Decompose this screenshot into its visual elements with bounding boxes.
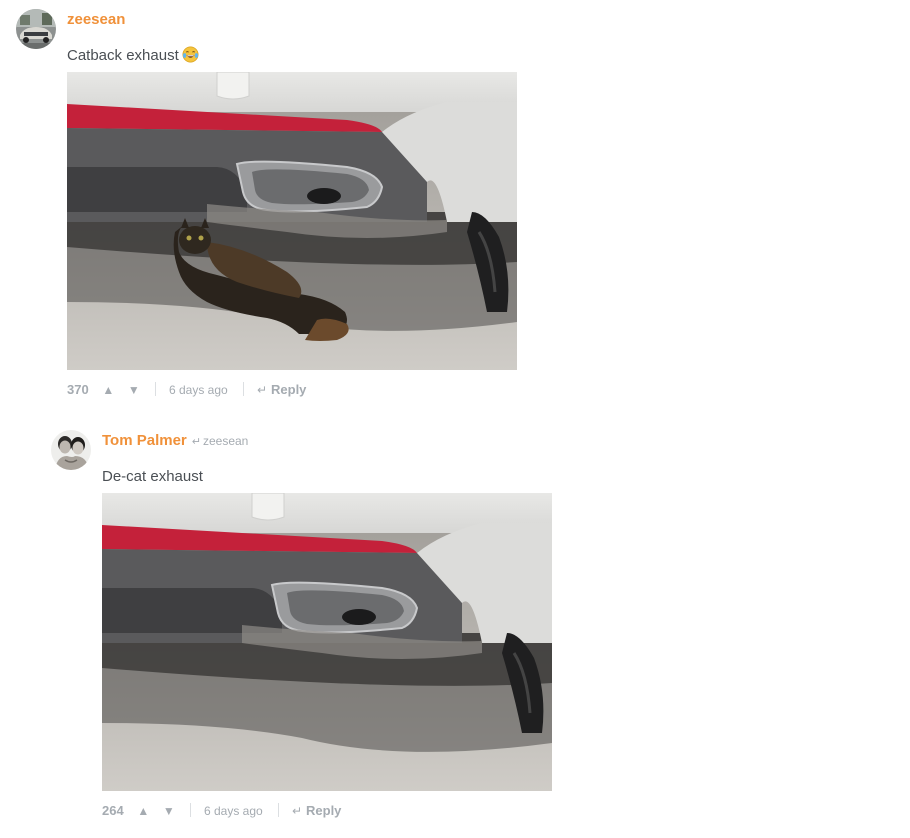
comment-header: Tom Palmer ↵ zeesean	[102, 430, 562, 452]
comment-footer: 264 ▲ ▼ 6 days ago ↵ Reply	[102, 801, 562, 821]
downvote-icon[interactable]: ▼	[128, 380, 140, 400]
comment-text: De-cat exhaust	[102, 467, 562, 487]
comment-body: zeesean Catback exhaust 370 ▲ ▼ 6 days a…	[67, 9, 527, 400]
reply-arrow-icon: ↵	[291, 804, 303, 818]
author-name[interactable]: Tom Palmer	[102, 432, 187, 449]
reply-label: Reply	[271, 382, 307, 397]
comment-text-content: De-cat exhaust	[102, 468, 203, 485]
divider	[243, 382, 245, 396]
divider	[190, 803, 192, 817]
comment-header: zeesean	[67, 9, 527, 31]
reply-arrow-icon: ↵	[191, 436, 201, 448]
divider	[278, 803, 280, 817]
author-name[interactable]: zeesean	[67, 11, 125, 28]
upvote-icon[interactable]: ▲	[102, 380, 114, 400]
divider	[155, 382, 157, 396]
comment-text-content: Catback exhaust	[67, 47, 179, 64]
comment-body: Tom Palmer ↵ zeesean De-cat exhaust 264 …	[102, 430, 562, 821]
reply-arrow-icon: ↵	[256, 383, 268, 397]
comment-image[interactable]	[102, 493, 552, 791]
comment-footer: 370 ▲ ▼ 6 days ago ↵ Reply	[67, 380, 527, 400]
reply-label: Reply	[306, 803, 342, 818]
avatar[interactable]	[51, 430, 91, 470]
vote-count: 264	[102, 803, 124, 818]
reply-button[interactable]: ↵ Reply	[257, 382, 306, 397]
in-reply-to-name: zeesean	[202, 434, 249, 448]
downvote-icon[interactable]: ▼	[163, 801, 175, 821]
comment-thread: zeesean Catback exhaust 370 ▲ ▼ 6 days a…	[0, 0, 910, 838]
comment-text: Catback exhaust	[67, 46, 527, 66]
timestamp-link[interactable]: 6 days ago	[169, 383, 228, 397]
upvote-icon[interactable]: ▲	[137, 801, 149, 821]
timestamp-link[interactable]: 6 days ago	[204, 804, 263, 818]
reply-button[interactable]: ↵ Reply	[292, 803, 341, 818]
avatar[interactable]	[16, 9, 56, 49]
vote-count: 370	[67, 382, 89, 397]
tears-of-joy-emoji-icon	[182, 46, 199, 63]
in-reply-to-link[interactable]: ↵ zeesean	[192, 434, 249, 448]
comment-image[interactable]	[67, 72, 517, 370]
